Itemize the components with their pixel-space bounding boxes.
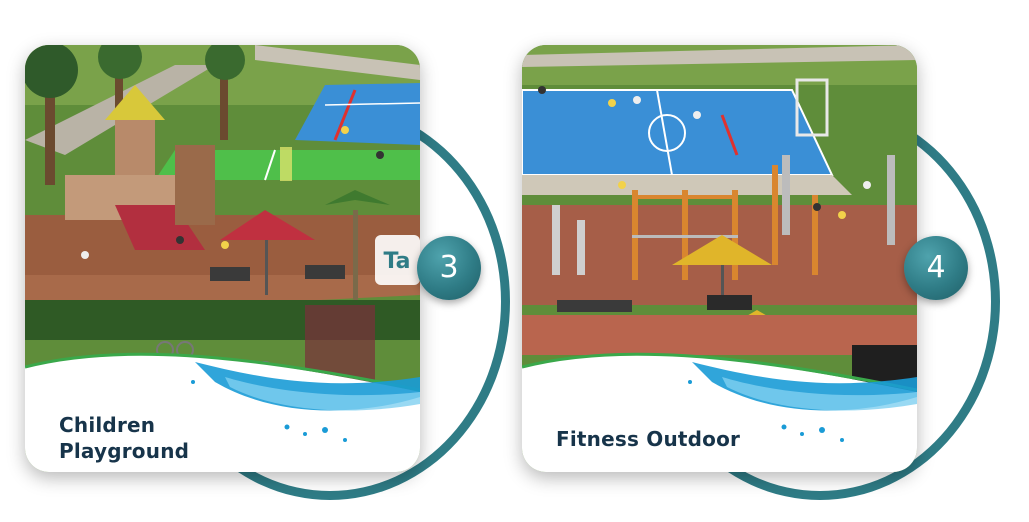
step-number-badge: 4 [904, 236, 968, 300]
card-title-line-1: Children [59, 413, 156, 437]
park-sign-text: Ta [383, 249, 410, 274]
card-image-frame: Ta Children Playground [25, 45, 420, 472]
caption-panel: Children Playground [25, 322, 420, 472]
caption-panel: Fitness Outdoor [522, 322, 917, 472]
card-title-line-2: Playground [59, 439, 190, 463]
card-title: Fitness Outdoor [556, 427, 741, 451]
step-number-badge: 3 [417, 236, 481, 300]
card-image-frame: Fitness Outdoor [522, 45, 917, 472]
card-title: Children Playground [59, 412, 189, 464]
